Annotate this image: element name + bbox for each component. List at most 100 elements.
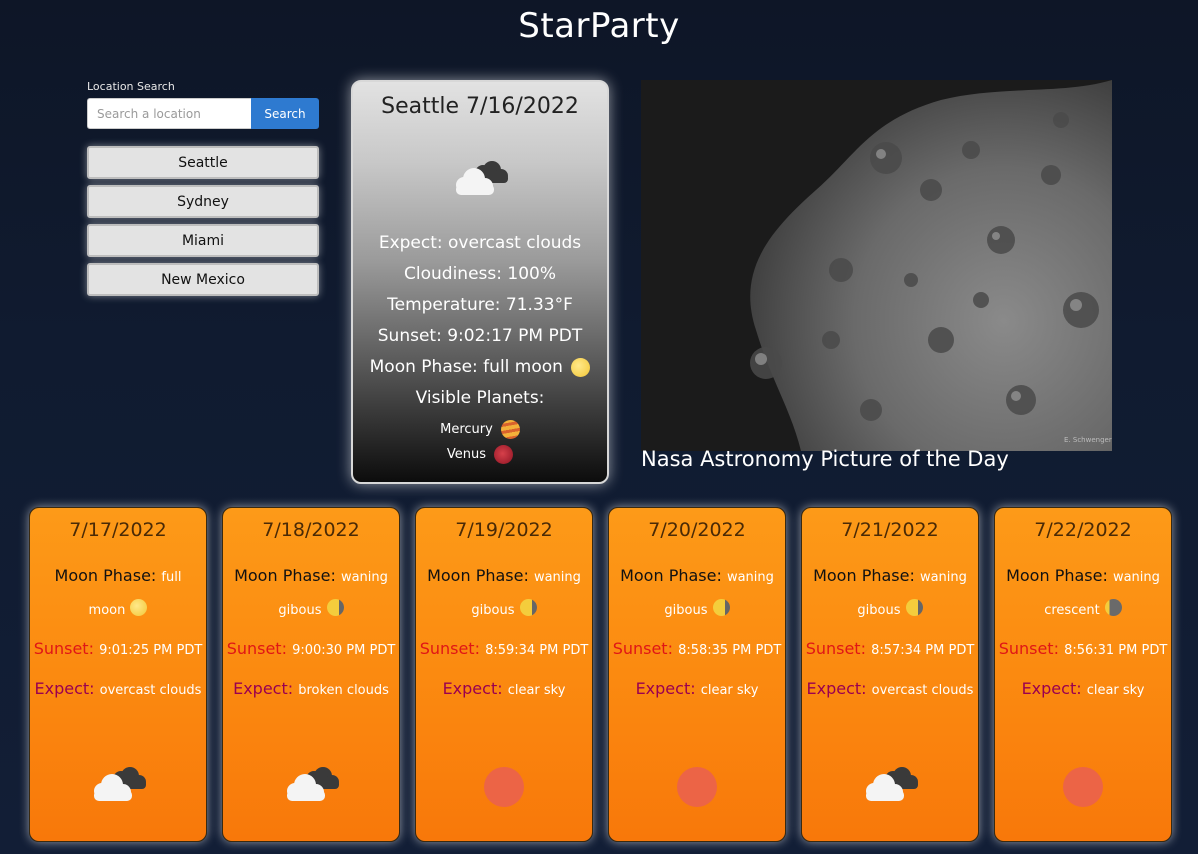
apod-moon-image: E. Schwenger	[641, 80, 1112, 451]
apod-credit: E. Schwenger	[1064, 436, 1112, 444]
cloud-icon	[287, 767, 339, 801]
forecast-sunset: Sunset: 9:01:25 PM PDT	[30, 639, 206, 658]
cloud-icon	[450, 159, 510, 199]
forecast-moon-phase: Moon Phase: waning gibous	[416, 560, 592, 626]
sunset-label: Sunset:	[612, 639, 673, 658]
forecast-sunset: Sunset: 8:58:35 PM PDT	[609, 639, 785, 658]
history-list: Seattle Sydney Miami New Mexico	[87, 146, 319, 296]
current-moon-phase-row: Moon Phase: full moon	[353, 352, 607, 383]
forecast-weather-icon	[416, 765, 592, 807]
current-sunset: Sunset: 9:02:17 PM PDT	[377, 326, 583, 346]
search-row: Search	[87, 98, 319, 129]
forecast-expect: Expect: overcast clouds	[802, 679, 978, 698]
forecast-date: 7/19/2022	[455, 519, 553, 541]
full-moon-icon	[130, 599, 148, 616]
expect-value: clear sky	[507, 683, 566, 698]
forecast-weather-icon	[995, 765, 1171, 807]
forecast-card: 7/17/2022 Moon Phase: full moon Sunset: 9…	[29, 507, 207, 842]
sunset-label: Sunset:	[226, 639, 287, 658]
forecast-moon-phase: Moon Phase: waning gibous	[802, 560, 978, 626]
expect-label: Expect:	[1021, 679, 1082, 698]
forecast-expect: Expect: clear sky	[609, 679, 785, 698]
moon-phase-label: Moon Phase:	[54, 566, 157, 585]
expect-value: overcast clouds	[99, 683, 202, 698]
expect-value: clear sky	[700, 683, 759, 698]
expect-value: clear sky	[1086, 683, 1145, 698]
forecast-moon-phase: Moon Phase: waning gibous	[609, 560, 785, 626]
sun-icon	[1063, 767, 1103, 807]
search-input[interactable]	[87, 98, 251, 129]
full-moon-icon	[571, 357, 591, 377]
expect-label: Expect:	[442, 679, 503, 698]
moon-phase-label: Moon Phase:	[1006, 566, 1108, 585]
current-cloudiness: Cloudiness: 100%	[404, 264, 556, 284]
cloud-icon	[866, 767, 918, 801]
sunset-label: Sunset:	[419, 639, 480, 658]
forecast-moon-phase: Moon Phase: waning gibous	[223, 560, 399, 626]
history-button-new-mexico[interactable]: New Mexico	[87, 263, 319, 296]
forecast-card: 7/21/2022 Moon Phase: waning gibous Sunse…	[801, 507, 979, 842]
current-temperature: Temperature: 71.33°F	[387, 295, 573, 315]
moon-phase-label: Moon Phase:	[813, 566, 915, 585]
forecast-date: 7/17/2022	[69, 519, 167, 541]
forecast-sunset: Sunset: 8:59:34 PM PDT	[416, 639, 592, 658]
sunset-value: 8:58:35 PM PDT	[678, 643, 782, 658]
forecast-weather-icon	[30, 765, 206, 807]
forecast-card: 7/22/2022 Moon Phase: waning crescent Sun…	[994, 507, 1172, 842]
sunset-value: 9:01:25 PM PDT	[99, 643, 203, 658]
planet-name: Venus	[446, 447, 487, 462]
forecast-expect: Expect: broken clouds	[223, 679, 399, 698]
search-panel: Location Search Search Seattle Sydney Mi…	[87, 80, 319, 302]
cloud-icon	[94, 767, 146, 801]
forecast-expect: Expect: clear sky	[416, 679, 592, 698]
planets-list: Mercury Venus	[353, 417, 607, 467]
visible-planets-label: Visible Planets:	[415, 388, 545, 408]
history-button-seattle[interactable]: Seattle	[87, 146, 319, 179]
forecast-weather-icon	[223, 765, 399, 807]
sunset-value: 9:00:30 PM PDT	[292, 643, 396, 658]
forecast-moon-phase: Moon Phase: full moon	[30, 560, 206, 626]
current-details: Expect: overcast clouds Cloudiness: 100%…	[353, 228, 607, 414]
venus-icon	[494, 445, 514, 464]
app-title: StarParty	[518, 6, 680, 46]
forecast-sunset: Sunset: 8:57:34 PM PDT	[802, 639, 978, 658]
expect-value: broken clouds	[298, 683, 389, 698]
waning-gibbous-icon	[519, 599, 537, 616]
history-button-miami[interactable]: Miami	[87, 224, 319, 257]
moon-phase-label: Moon Phase:	[234, 566, 336, 585]
forecast-expect: Expect: clear sky	[995, 679, 1171, 698]
forecast-date: 7/20/2022	[648, 519, 746, 541]
expect-label: Expect:	[806, 679, 867, 698]
expect-label: Expect:	[233, 679, 294, 698]
waning-gibbous-icon	[712, 599, 730, 616]
planet-row: Mercury	[353, 417, 607, 442]
moon-phase-label: Moon Phase:	[427, 566, 529, 585]
current-weather-card: Seattle 7/16/2022 Expect: overcast cloud…	[351, 80, 609, 484]
forecast-expect: Expect: overcast clouds	[30, 679, 206, 698]
forecast-card: 7/20/2022 Moon Phase: waning gibous Sunse…	[608, 507, 786, 842]
moon-phase-label: Moon Phase:	[620, 566, 722, 585]
current-moon-phase: Moon Phase: full moon	[369, 357, 563, 377]
forecast-sunset: Sunset: 9:00:30 PM PDT	[223, 639, 399, 658]
expect-label: Expect:	[34, 679, 95, 698]
history-button-sydney[interactable]: Sydney	[87, 185, 319, 218]
expect-label: Expect:	[635, 679, 696, 698]
expect-value: overcast clouds	[871, 683, 974, 698]
forecast-weather-icon	[609, 765, 785, 807]
current-expect: Expect: overcast clouds	[378, 233, 582, 253]
search-button[interactable]: Search	[251, 98, 319, 129]
waning-crescent-icon	[1104, 599, 1122, 616]
sunset-value: 8:57:34 PM PDT	[871, 643, 975, 658]
sunset-label: Sunset:	[805, 639, 866, 658]
sun-icon	[677, 767, 717, 807]
planet-row: Venus	[353, 442, 607, 467]
mercury-icon	[500, 420, 520, 439]
apod-caption: Nasa Astronomy Picture of the Day	[641, 447, 1009, 471]
current-title: Seattle 7/16/2022	[381, 94, 579, 119]
search-label: Location Search	[87, 80, 175, 93]
forecast-date: 7/18/2022	[262, 519, 360, 541]
forecast-moon-phase: Moon Phase: waning crescent	[995, 560, 1171, 626]
planet-name: Mercury	[440, 422, 493, 437]
forecast-date: 7/21/2022	[841, 519, 939, 541]
sunset-label: Sunset:	[33, 639, 94, 658]
